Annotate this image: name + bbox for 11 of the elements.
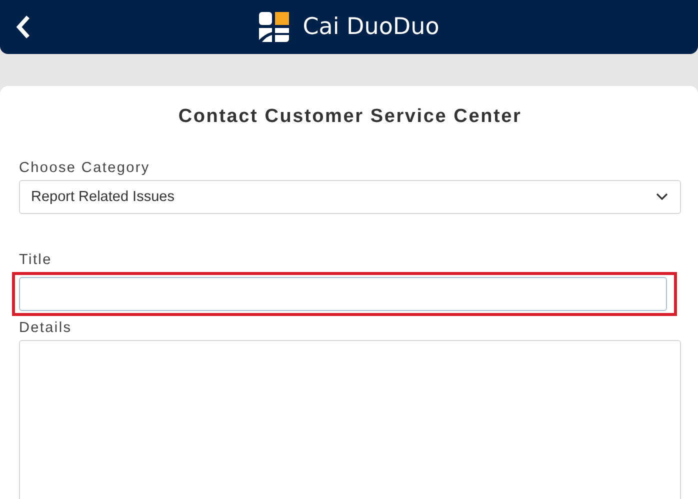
- category-select[interactable]: Report Related Issues: [19, 180, 681, 214]
- field-label: Title: [19, 252, 52, 268]
- back-icon: [14, 14, 32, 40]
- field-label: Details: [19, 320, 72, 336]
- app-title: Cai DuoDuo: [302, 14, 440, 40]
- title-input[interactable]: [19, 277, 667, 311]
- chevron-down-icon: [656, 193, 668, 201]
- logo-icon: [258, 12, 289, 42]
- form-heading: Contact Customer Service Center: [177, 106, 523, 128]
- field-label: Choose Category: [19, 160, 150, 176]
- details-textarea[interactable]: [19, 340, 681, 499]
